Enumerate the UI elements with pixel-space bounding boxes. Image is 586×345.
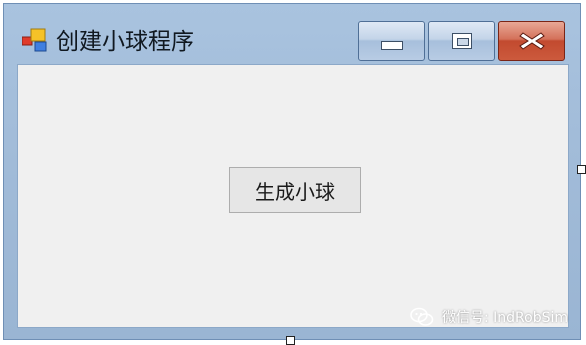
minimize-button[interactable] [358, 21, 425, 61]
window-title: 创建小球程序 [56, 29, 194, 55]
form-window: 创建小球程序 生成小球 [3, 3, 581, 340]
watermark: 微信号: IndRobSim [410, 305, 568, 329]
watermark-text: 微信号: IndRobSim [442, 310, 569, 326]
maximize-icon [451, 33, 472, 49]
resize-handle-right[interactable] [577, 165, 586, 174]
close-icon [518, 32, 545, 50]
form-client-area: 生成小球 [17, 64, 569, 328]
wechat-icon [410, 307, 434, 326]
form-designer-surface: 创建小球程序 生成小球 微信号: IndRobSim [0, 0, 586, 345]
maximize-button[interactable] [428, 21, 495, 61]
close-button[interactable] [498, 21, 565, 61]
minimize-icon [380, 40, 403, 50]
generate-ball-button[interactable]: 生成小球 [229, 167, 361, 213]
windows-form-icon [21, 28, 50, 54]
title-bar[interactable]: 创建小球程序 [4, 4, 580, 64]
